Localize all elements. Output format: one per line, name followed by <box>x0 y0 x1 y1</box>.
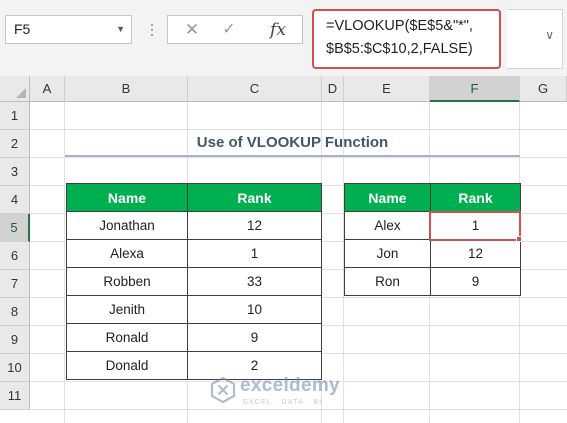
table-row: Ron 9 <box>344 267 521 296</box>
fill-handle[interactable] <box>516 236 522 242</box>
table-row: Jon 12 <box>344 239 521 268</box>
row-header-10[interactable]: 10 <box>0 354 30 382</box>
lookup-result-cell[interactable]: 12 <box>430 239 521 268</box>
rank-cell[interactable]: 12 <box>187 211 322 240</box>
row-header-7[interactable]: 7 <box>0 270 30 298</box>
row-header-1[interactable]: 1 <box>0 102 30 130</box>
row-header-6[interactable]: 6 <box>0 242 30 270</box>
column-header-c[interactable]: C <box>188 76 322 102</box>
column-header-a[interactable]: A <box>30 76 65 102</box>
name-box-value: F5 <box>14 21 31 37</box>
row-header-4[interactable]: 4 <box>0 186 30 214</box>
column-header-e[interactable]: E <box>344 76 430 102</box>
column-header-f[interactable]: F <box>430 76 520 102</box>
header-cell-name[interactable]: Name <box>66 183 188 212</box>
row-header-5[interactable]: 5 <box>0 214 30 242</box>
column-header-d[interactable]: D <box>322 76 344 102</box>
table-header-row: Name Rank <box>66 183 322 212</box>
lookup-name-cell[interactable]: Jon <box>344 239 431 268</box>
name-cell[interactable]: Robben <box>66 267 188 296</box>
watermark-name: exceldemy <box>240 375 340 396</box>
table-row: Ronald 9 <box>66 323 322 352</box>
exceldemy-logo-icon <box>210 377 236 403</box>
select-all-button[interactable] <box>0 76 30 102</box>
name-box-dropdown-icon[interactable]: ▼ <box>116 16 125 43</box>
lookup-name-cell[interactable]: Alex <box>344 211 431 240</box>
exceldemy-watermark: exceldemy EXCEL · DATA · BI <box>210 373 370 413</box>
row-header-2[interactable]: 2 <box>0 130 30 158</box>
lookup-result-cell[interactable]: 9 <box>430 267 521 296</box>
enter-icon[interactable]: ✓ <box>215 19 243 41</box>
header-cell-rank[interactable]: Rank <box>430 183 521 212</box>
name-box[interactable]: F5 ▼ <box>5 15 132 44</box>
rank-cell[interactable]: 9 <box>187 323 322 352</box>
rank-cell[interactable]: 33 <box>187 267 322 296</box>
table-row: Jenith 10 <box>66 295 322 324</box>
name-cell[interactable]: Jenith <box>66 295 188 324</box>
row-header-9[interactable]: 9 <box>0 326 30 354</box>
formula-expand-button[interactable] <box>507 9 563 69</box>
result-table: Name Rank Alex 1 Jon 12 Ron 9 <box>344 183 521 296</box>
table-row: Alexa 1 <box>66 239 322 268</box>
column-header-b[interactable]: B <box>65 76 188 102</box>
row-header-3[interactable]: 3 <box>0 158 30 186</box>
insert-function-icon[interactable]: fx <box>264 19 292 41</box>
name-cell[interactable]: Alexa <box>66 239 188 268</box>
formula-bar: F5 ▼ ✕ ✓ fx =VLOOKUP($E$5&"*", $B$5:$C$1… <box>0 0 567 76</box>
name-cell[interactable]: Donald <box>66 351 188 380</box>
header-cell-name[interactable]: Name <box>344 183 431 212</box>
table-row: Jonathan 12 <box>66 211 322 240</box>
column-header-g[interactable]: G <box>520 76 567 102</box>
header-cell-rank[interactable]: Rank <box>187 183 322 212</box>
table-header-row: Name Rank <box>344 183 521 212</box>
rank-cell[interactable]: 10 <box>187 295 322 324</box>
formula-input[interactable]: =VLOOKUP($E$5&"*", $B$5:$C$10,2,FALSE) <box>312 9 501 69</box>
sheet-title: Use of VLOOKUP Function <box>196 134 389 151</box>
row-header-11[interactable]: 11 <box>0 382 30 410</box>
watermark-tagline: EXCEL · DATA · BI <box>243 399 323 406</box>
title-underline <box>65 155 520 157</box>
lookup-name-cell[interactable]: Ron <box>344 267 431 296</box>
source-table: Name Rank Jonathan 12 Alexa 1 Robben 33 … <box>66 183 322 380</box>
row-header-8[interactable]: 8 <box>0 298 30 326</box>
cancel-icon[interactable]: ✕ <box>178 19 206 41</box>
table-row: Robben 33 <box>66 267 322 296</box>
rank-cell[interactable]: 1 <box>187 239 322 268</box>
formula-buttons: ✕ ✓ fx <box>167 15 303 44</box>
name-cell[interactable]: Ronald <box>66 323 188 352</box>
lookup-result-cell[interactable]: 1 <box>430 211 521 240</box>
table-row: Alex 1 <box>344 211 521 240</box>
name-cell[interactable]: Jonathan <box>66 211 188 240</box>
formula-bar-resize-handle[interactable] <box>149 18 155 42</box>
